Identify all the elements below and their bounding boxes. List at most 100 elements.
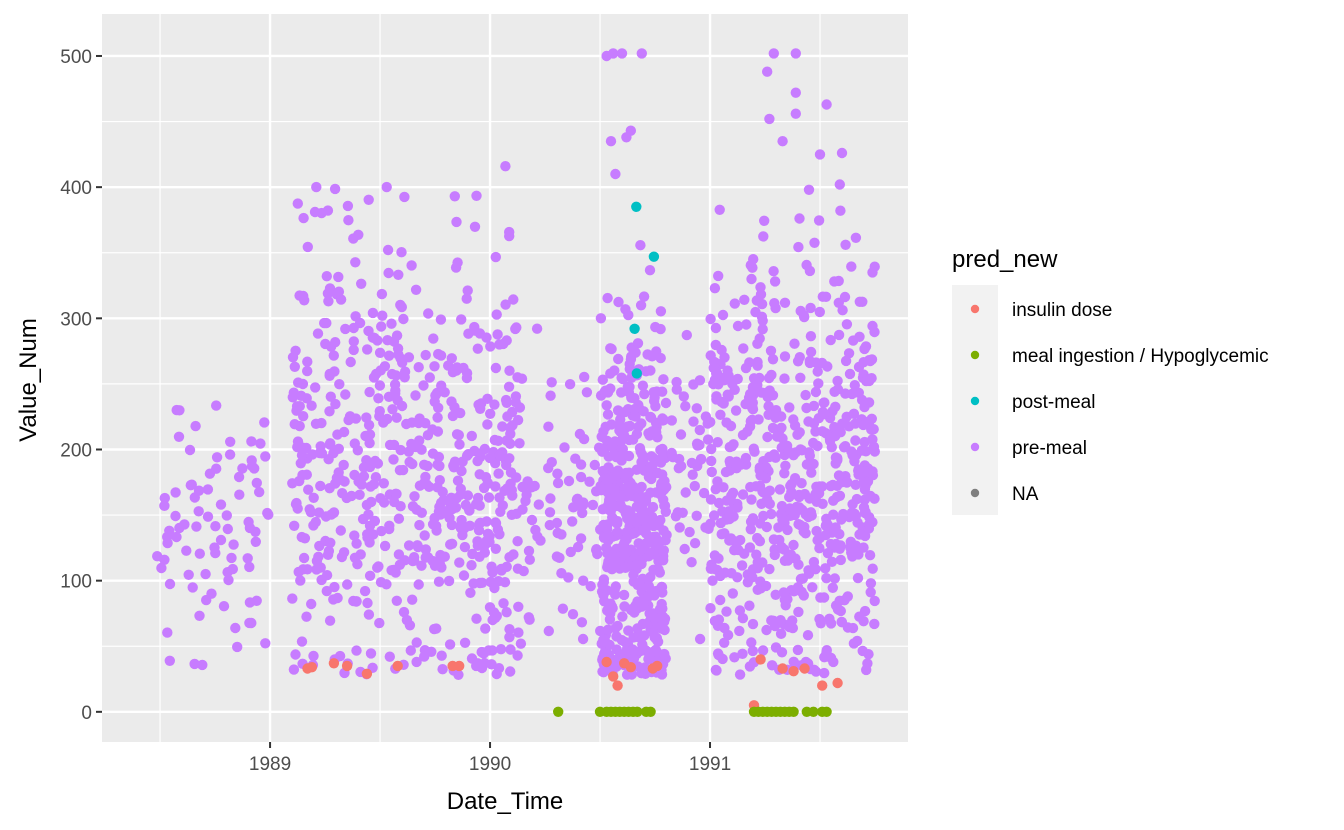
- data-point: [747, 513, 759, 524]
- data-point: [484, 452, 496, 464]
- data-point: [635, 300, 647, 311]
- data-point: [194, 610, 205, 621]
- data-point: [597, 374, 608, 385]
- data-point: [244, 617, 255, 629]
- data-point: [833, 297, 844, 308]
- data-point: [643, 428, 654, 439]
- data-point: [814, 306, 825, 318]
- data-point: [821, 706, 832, 717]
- data-point: [302, 365, 313, 377]
- data-point: [836, 616, 847, 628]
- data-point: [804, 355, 815, 367]
- y-axis-title: Value_Num: [15, 318, 42, 442]
- data-point: [657, 443, 668, 455]
- data-point: [715, 594, 726, 606]
- data-point: [779, 594, 790, 605]
- data-point: [847, 450, 858, 461]
- data-point: [694, 633, 706, 645]
- data-point: [218, 601, 230, 612]
- data-point: [481, 516, 492, 527]
- data-point: [309, 206, 321, 218]
- data-point: [865, 578, 877, 589]
- data-point: [543, 421, 554, 432]
- data-point: [492, 329, 503, 340]
- data-point: [379, 540, 391, 552]
- data-point: [545, 493, 556, 504]
- data-point: [482, 419, 493, 430]
- data-point: [649, 645, 660, 657]
- data-point: [738, 343, 749, 354]
- data-point: [617, 611, 628, 622]
- data-point: [325, 537, 336, 548]
- data-point: [352, 559, 363, 570]
- data-point: [659, 500, 670, 511]
- data-point: [634, 646, 646, 657]
- data-point: [632, 338, 644, 349]
- data-point: [705, 313, 716, 325]
- data-point: [618, 540, 629, 551]
- data-point: [471, 190, 482, 201]
- data-point: [660, 397, 672, 409]
- data-point: [624, 420, 636, 432]
- data-point: [472, 492, 484, 504]
- data-point: [694, 439, 705, 451]
- data-point: [406, 438, 417, 450]
- data-point: [490, 362, 502, 374]
- data-point: [827, 582, 838, 593]
- data-point: [407, 458, 418, 470]
- data-point: [867, 267, 878, 278]
- data-point: [234, 489, 245, 500]
- data-point: [706, 455, 717, 467]
- data-point: [399, 555, 410, 566]
- data-point: [338, 426, 350, 438]
- data-point: [782, 524, 793, 536]
- data-point: [411, 637, 422, 648]
- data-point: [500, 394, 512, 406]
- data-point: [686, 557, 697, 568]
- data-point: [393, 349, 404, 360]
- data-point: [469, 221, 481, 232]
- data-point: [601, 656, 612, 668]
- data-point: [854, 331, 865, 342]
- data-point: [609, 365, 620, 376]
- data-point: [828, 656, 839, 668]
- data-point: [526, 514, 538, 526]
- data-point: [643, 551, 654, 562]
- data-point: [413, 579, 424, 590]
- data-point: [800, 389, 811, 401]
- data-point: [194, 548, 205, 559]
- data-point: [322, 549, 334, 560]
- data-point: [355, 549, 366, 560]
- data-point: [164, 525, 175, 536]
- data-point: [243, 516, 254, 528]
- data-point: [608, 501, 619, 512]
- data-point: [828, 509, 839, 520]
- data-point: [473, 525, 485, 536]
- data-point: [237, 463, 248, 474]
- data-point: [724, 535, 735, 546]
- data-point: [777, 663, 788, 674]
- data-point: [187, 582, 198, 593]
- data-point: [822, 548, 834, 559]
- data-point: [184, 444, 196, 456]
- data-point: [737, 613, 749, 624]
- data-point: [572, 541, 584, 553]
- data-point: [303, 484, 314, 495]
- data-point: [656, 581, 667, 593]
- data-point: [786, 489, 798, 500]
- data-point: [211, 463, 222, 474]
- data-point: [869, 618, 880, 630]
- data-point: [721, 514, 732, 525]
- data-point: [775, 628, 787, 639]
- data-point: [864, 512, 875, 523]
- data-point: [508, 549, 519, 560]
- x-tick-label: 1989: [249, 754, 291, 775]
- data-point: [830, 401, 841, 412]
- data-point: [819, 397, 830, 408]
- data-point: [623, 450, 635, 462]
- data-point: [691, 403, 702, 414]
- data-point: [734, 625, 745, 637]
- data-point: [462, 285, 473, 296]
- data-point: [320, 338, 331, 350]
- data-point: [706, 443, 717, 455]
